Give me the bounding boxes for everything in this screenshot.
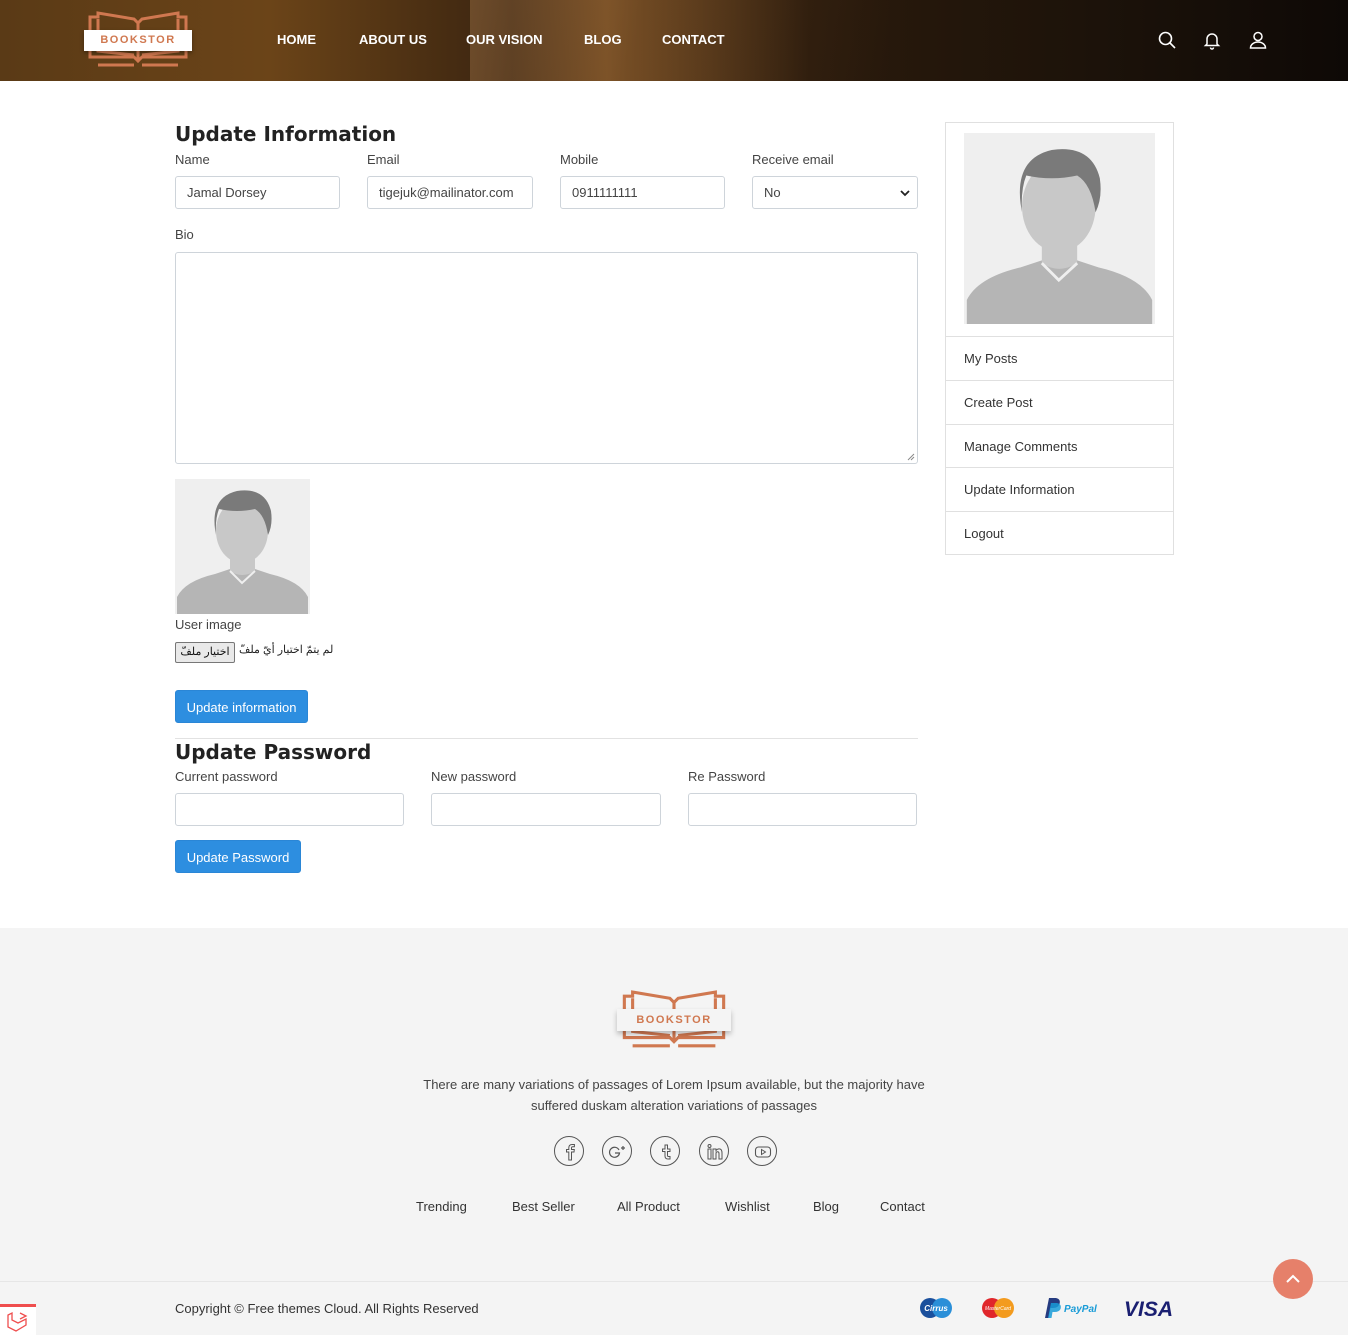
resize-handle-icon[interactable] [907, 453, 915, 461]
bell-icon[interactable] [1202, 30, 1222, 50]
new-password-label: New password [431, 769, 517, 784]
tumblr-icon [662, 1144, 671, 1160]
paypal-logo: PayPal [1043, 1296, 1101, 1325]
nav-about-us[interactable]: ABOUT US [359, 32, 427, 47]
visa-icon: VISA [1124, 1298, 1173, 1321]
chevron-up-icon [1286, 1274, 1300, 1283]
bio-label: Bio [175, 227, 194, 242]
youtube-icon [754, 1146, 772, 1158]
name-input[interactable]: Jamal Dorsey [175, 176, 340, 209]
tumblr-link[interactable] [650, 1136, 680, 1166]
facebook-link[interactable] [554, 1136, 584, 1166]
avatar-placeholder-icon [964, 133, 1155, 324]
chevron-down-icon [900, 190, 910, 197]
sidebar-avatar [964, 133, 1155, 324]
user-image-label: User image [175, 617, 242, 632]
footer-description-line-1: There are many variations of passages of… [423, 1077, 925, 1092]
nav-blog[interactable]: BLOG [584, 32, 622, 47]
sidebar-item-manage-comments[interactable]: Manage Comments [946, 424, 1173, 468]
mastercard-icon: MasterCard [982, 1298, 1014, 1318]
re-password-label: Re Password [688, 769, 766, 784]
google-plus-icon [609, 1146, 625, 1158]
user-image-preview [175, 479, 310, 614]
debug-bar-toggle[interactable] [0, 1304, 36, 1335]
footer-link-all-product[interactable]: All Product [617, 1199, 680, 1214]
nav-our-vision[interactable]: OUR VISION [466, 32, 543, 47]
cirrus-text: Cirrus [924, 1304, 948, 1313]
mastercard-text: MasterCard [985, 1306, 1011, 1312]
cirrus-logo: Cirrus [917, 1296, 955, 1325]
visa-logo: VISA [1124, 1296, 1174, 1325]
sidebar-item-create-post[interactable]: Create Post [946, 380, 1173, 424]
re-password-input[interactable] [688, 793, 917, 826]
nav-home[interactable]: HOME [277, 32, 316, 47]
sidebar-item-update-information[interactable]: Update Information [946, 467, 1173, 511]
new-password-input[interactable] [431, 793, 661, 826]
choose-file-button[interactable]: اختيار ملفّ [175, 642, 235, 663]
update-password-button[interactable]: Update Password [175, 840, 301, 873]
current-password-input[interactable] [175, 793, 404, 826]
laravel-icon [7, 1311, 28, 1332]
file-status-text: لم يتمّ اختيار أيّ ملفّ [239, 644, 334, 656]
paypal-icon: PayPal [1045, 1298, 1097, 1318]
copyright-text: Copyright © Free themes Cloud. All Right… [175, 1301, 479, 1316]
receive-email-value: No [764, 185, 781, 200]
footer-link-wishlist[interactable]: Wishlist [725, 1199, 770, 1214]
update-password-title: Update Password [175, 740, 372, 764]
account-sidebar: My Posts Create Post Manage Comments Upd… [945, 122, 1174, 555]
mastercard-logo: MasterCard [979, 1296, 1017, 1325]
footer-divider [0, 1281, 1348, 1282]
sidebar-item-my-posts[interactable]: My Posts [946, 336, 1173, 380]
sidebar-item-logout[interactable]: Logout [946, 511, 1173, 555]
name-label: Name [175, 152, 210, 167]
update-information-button[interactable]: Update information [175, 690, 308, 723]
footer-logo-text: BOOKSTOR [617, 1009, 731, 1031]
receive-email-select[interactable]: No [752, 176, 918, 209]
mobile-input[interactable]: 0911111111 [560, 176, 725, 209]
facebook-icon [566, 1144, 575, 1161]
section-divider [175, 738, 918, 739]
bio-textarea[interactable] [175, 252, 918, 464]
mobile-label: Mobile [560, 152, 599, 167]
youtube-link[interactable] [747, 1136, 777, 1166]
footer-link-contact[interactable]: Contact [880, 1199, 925, 1214]
scroll-to-top-button[interactable] [1273, 1259, 1313, 1299]
header-logo-text: BOOKSTOR [84, 30, 192, 51]
footer-description: There are many variations of passages of… [0, 1074, 1348, 1116]
footer-description-line-2: suffered duskam alteration variations of… [531, 1098, 817, 1113]
current-password-label: Current password [175, 769, 278, 784]
google-plus-link[interactable] [602, 1136, 632, 1166]
site-header: BOOKSTOR HOME ABOUT US OUR VISION BLOG C… [0, 0, 1348, 81]
header-logo[interactable]: BOOKSTOR [84, 11, 192, 69]
update-information-title: Update Information [175, 122, 397, 146]
avatar-placeholder-icon [175, 479, 310, 614]
linkedin-icon [707, 1144, 723, 1160]
user-icon[interactable] [1248, 30, 1268, 50]
footer-link-blog[interactable]: Blog [813, 1199, 839, 1214]
email-input[interactable]: tigejuk@mailinator.com [367, 176, 533, 209]
footer-logo[interactable]: BOOKSTOR [617, 990, 731, 1050]
footer-link-trending[interactable]: Trending [416, 1199, 467, 1214]
footer-link-best-seller[interactable]: Best Seller [512, 1199, 575, 1214]
search-icon[interactable] [1157, 30, 1177, 50]
linkedin-link[interactable] [699, 1136, 729, 1166]
receive-email-label: Receive email [752, 152, 834, 167]
site-footer: BOOKSTOR There are many variations of pa… [0, 928, 1348, 1335]
paypal-text: PayPal [1064, 1304, 1097, 1315]
email-label: Email [367, 152, 400, 167]
cirrus-icon: Cirrus [920, 1298, 952, 1318]
visa-text: VISA [1124, 1298, 1173, 1320]
nav-contact[interactable]: CONTACT [662, 32, 725, 47]
